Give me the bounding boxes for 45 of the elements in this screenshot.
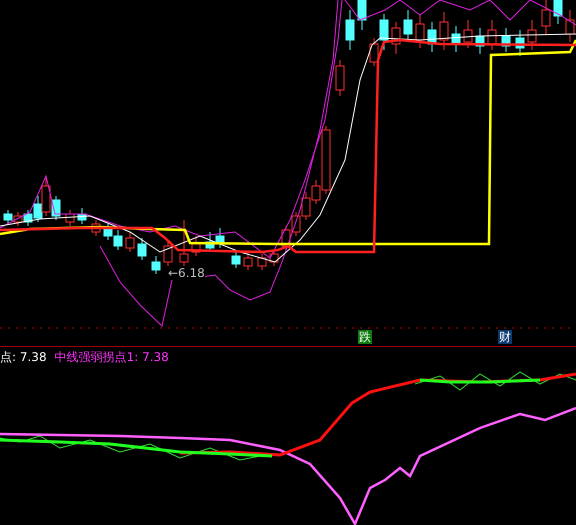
candlestick (138, 238, 146, 260)
candlestick (192, 236, 200, 256)
candlestick (358, 0, 366, 30)
candlestick (292, 212, 300, 236)
candlestick (104, 224, 112, 240)
candlestick (528, 20, 536, 50)
candlestick (554, 0, 562, 24)
candlestick (370, 38, 378, 66)
candlestick (206, 232, 214, 252)
candlestick (346, 10, 354, 50)
candlestick (4, 210, 12, 224)
candlestick (232, 250, 240, 268)
candlestick (66, 210, 74, 226)
candlestick (404, 10, 412, 40)
candlestick (476, 28, 484, 54)
candlestick (336, 60, 344, 96)
candlestick (78, 208, 86, 224)
candlestick (180, 220, 188, 268)
candlestick (164, 240, 172, 266)
indicator-value-label: 点: 7.38 (0, 349, 47, 366)
candlestick (14, 212, 22, 226)
candlestick (114, 230, 122, 250)
candlestick (452, 26, 460, 52)
candlestick (502, 28, 510, 52)
candlestick (488, 20, 496, 50)
signal-badge: 财 (498, 330, 512, 344)
candlestick (440, 12, 448, 50)
candlestick (302, 192, 310, 220)
indicator-value-label: 中线强弱拐点1: 7.38 (54, 349, 169, 366)
candlestick (516, 30, 524, 56)
signal-badge: 跌 (358, 330, 372, 344)
candlestick (282, 226, 290, 250)
price-marker-label: ←6.18 (168, 266, 205, 280)
candlestick (126, 232, 134, 252)
candlestick (152, 256, 160, 274)
candlestick (270, 250, 278, 266)
candlestick (92, 220, 100, 236)
candlestick (380, 14, 388, 50)
candlestick (244, 252, 252, 270)
candlestick (416, 14, 424, 48)
candlestick (392, 22, 400, 54)
candlestick (258, 254, 266, 270)
candlestick (216, 228, 224, 248)
candlestick (464, 20, 472, 48)
candlestick (428, 22, 436, 52)
